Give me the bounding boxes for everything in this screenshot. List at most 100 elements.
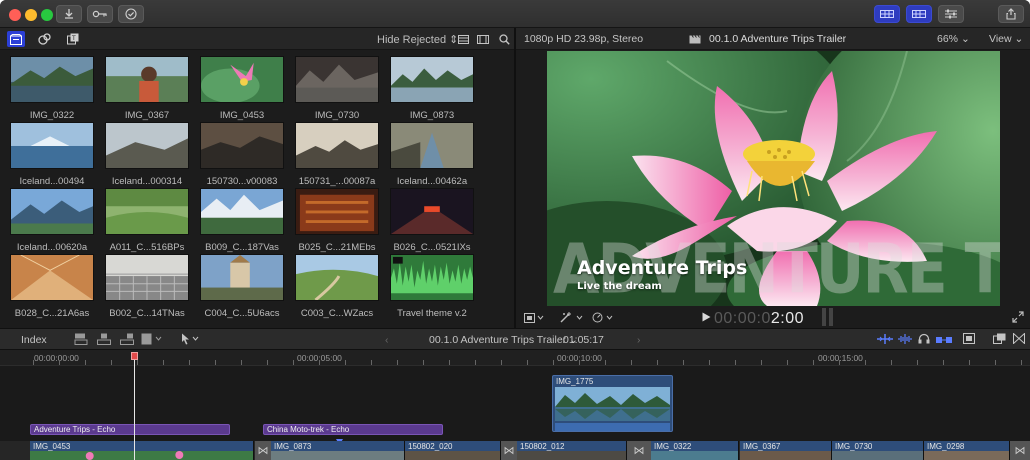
browser-clip[interactable]: 150730...v00083: [200, 122, 284, 187]
enhancements-menu[interactable]: [560, 312, 584, 326]
overwrite-icon: [141, 333, 162, 345]
storyline-clip[interactable]: IMG_0298: [924, 441, 1010, 460]
solo-button[interactable]: [918, 333, 930, 347]
filmstrip-button[interactable]: [476, 32, 490, 46]
append-clip-button[interactable]: [120, 333, 134, 348]
transform-menu[interactable]: [524, 313, 544, 326]
photos-audio-button[interactable]: [36, 31, 54, 47]
libraries-button[interactable]: [7, 31, 25, 47]
browser-clip[interactable]: IMG_0367: [105, 56, 189, 121]
play-button[interactable]: [702, 312, 711, 325]
clip-filmstrip: [30, 451, 253, 460]
ruler-tick: [969, 360, 970, 365]
ruler-tick: [839, 360, 840, 365]
close-button[interactable]: [9, 9, 21, 21]
share-button[interactable]: [998, 5, 1024, 23]
storyline-clip[interactable]: IMG_0322: [651, 441, 739, 460]
clip-thumbnail: [390, 56, 474, 103]
audio-skimming-button[interactable]: [898, 334, 912, 347]
primary-storyline[interactable]: IMG_0453 ⋈ IMG_0873 150802_020 ⋈ 150802_…: [0, 441, 1030, 460]
storyline-clip[interactable]: IMG_0367: [740, 441, 832, 460]
clip-skimming-button[interactable]: [877, 334, 893, 347]
browser-clip[interactable]: Iceland...00620a: [10, 188, 94, 253]
audio-waveform: [555, 423, 670, 431]
transition-icon[interactable]: ⋈: [627, 441, 651, 460]
index-button[interactable]: Index: [21, 334, 47, 346]
clip-label: IMG_0453: [33, 442, 71, 451]
snapping-button[interactable]: [936, 335, 952, 347]
browser-clip[interactable]: Iceland...00462a: [390, 122, 474, 187]
transitions-browser-button[interactable]: [1013, 332, 1025, 347]
browser-clip[interactable]: IMG_0322: [10, 56, 94, 121]
search-button[interactable]: [497, 32, 511, 46]
clip-appearance-menu[interactable]: [963, 333, 975, 347]
inspector-button[interactable]: [938, 5, 964, 23]
playhead[interactable]: [134, 352, 135, 460]
zoom-menu[interactable]: 66% ⌄: [937, 33, 970, 45]
timeline-project-menu[interactable]: 00.1.0 Adventure Trips Trailer ⌄: [429, 334, 578, 346]
retime-menu[interactable]: [592, 312, 614, 326]
browser-clip[interactable]: B026_C...0521IXs: [390, 188, 474, 253]
clip-appearance-button[interactable]: [456, 32, 470, 46]
keywords-button[interactable]: [87, 5, 113, 23]
transition-icon[interactable]: ⋈: [501, 441, 517, 460]
insert-clip-button[interactable]: [97, 333, 111, 348]
effects-browser-button[interactable]: [993, 333, 1006, 347]
tool-menu[interactable]: [180, 333, 200, 348]
connect-clip-button[interactable]: [74, 333, 88, 348]
transition-icon[interactable]: ⋈: [255, 441, 271, 460]
clip-filter-menu[interactable]: Hide Rejected ⇕: [377, 33, 458, 46]
browser-clip[interactable]: IMG_0453: [200, 56, 284, 121]
overwrite-clip-button[interactable]: [141, 333, 163, 348]
clip-label: IMG_0873: [274, 442, 312, 451]
connected-clip[interactable]: IMG_1775: [552, 375, 673, 432]
browser-clip[interactable]: C004_C...5U6acs: [200, 254, 284, 319]
view-menu[interactable]: View ⌄: [989, 33, 1023, 45]
clip-label: IMG_0298: [927, 442, 965, 451]
headphones-icon: [918, 333, 930, 344]
audio-clip[interactable]: China Moto-trek - Echo: [263, 424, 443, 435]
browser-clip[interactable]: IMG_0730: [295, 56, 379, 121]
browser-layout-button[interactable]: [874, 5, 900, 23]
timeline[interactable]: 00:00:00:00 00:00:05:00 00:00:10:00 00:0…: [0, 350, 1030, 460]
append-icon: [120, 333, 134, 345]
background-tasks-button[interactable]: [118, 5, 144, 23]
browser-clip[interactable]: 150731_...00087a: [295, 122, 379, 187]
fullscreen-button[interactable]: [1012, 311, 1024, 326]
storyline-clip[interactable]: IMG_0453: [30, 441, 254, 460]
browser-clip[interactable]: B025_C...21MEbs: [295, 188, 379, 253]
storyline-clip[interactable]: 150802_012: [517, 441, 627, 460]
storyline-clip[interactable]: IMG_0873: [271, 441, 405, 460]
forward-arrow-icon[interactable]: ›: [637, 334, 641, 346]
timecode-display[interactable]: 00:00:02:00: [714, 310, 804, 328]
browser-clip[interactable]: B028_C...21A6as: [10, 254, 94, 319]
browser-clip[interactable]: Iceland...000314: [105, 122, 189, 187]
storyline-clip[interactable]: IMG_0730: [832, 441, 924, 460]
playhead-handle[interactable]: [131, 352, 138, 360]
project-duration: 01:05:17: [563, 334, 604, 346]
skimming-icon: [877, 334, 893, 344]
timeline-project-name: 00.1.0 Adventure Trips Trailer: [429, 334, 567, 346]
titles-generators-button[interactable]: T: [64, 31, 82, 47]
timeline-ruler[interactable]: 00:00:00:00 00:00:05:00 00:00:10:00 00:0…: [0, 350, 1030, 366]
import-button[interactable]: [56, 5, 82, 23]
browser-clip[interactable]: B002_C...14TNas: [105, 254, 189, 319]
back-arrow-icon[interactable]: ‹: [385, 334, 389, 346]
browser-clip[interactable]: Iceland...00494: [10, 122, 94, 187]
storyline-clip[interactable]: 150802_020: [405, 441, 501, 460]
viewer-layout-button[interactable]: [906, 5, 932, 23]
browser-clip[interactable]: Travel theme v.2: [390, 254, 474, 319]
audio-clip[interactable]: Adventure Trips - Echo: [30, 424, 230, 435]
zoom-button[interactable]: [41, 9, 53, 21]
transition-icon[interactable]: ⋈: [1010, 441, 1030, 460]
browser-clip[interactable]: C003_C...WZacs: [295, 254, 379, 319]
clip-thumbnail: [295, 188, 379, 235]
title-text: Adventure Trips: [577, 257, 748, 279]
minimize-button[interactable]: [25, 9, 37, 21]
browser-clip[interactable]: B009_C...187Vas: [200, 188, 284, 253]
viewer-frame[interactable]: ADVENTURE TRIPS Adventure Trips Live the…: [547, 51, 1000, 306]
clip-filmstrip: [924, 451, 1009, 460]
browser-clip[interactable]: A011_C...516BPs: [105, 188, 189, 253]
browser-clip[interactable]: IMG_0873: [390, 56, 474, 121]
toolbar: [0, 0, 1030, 28]
